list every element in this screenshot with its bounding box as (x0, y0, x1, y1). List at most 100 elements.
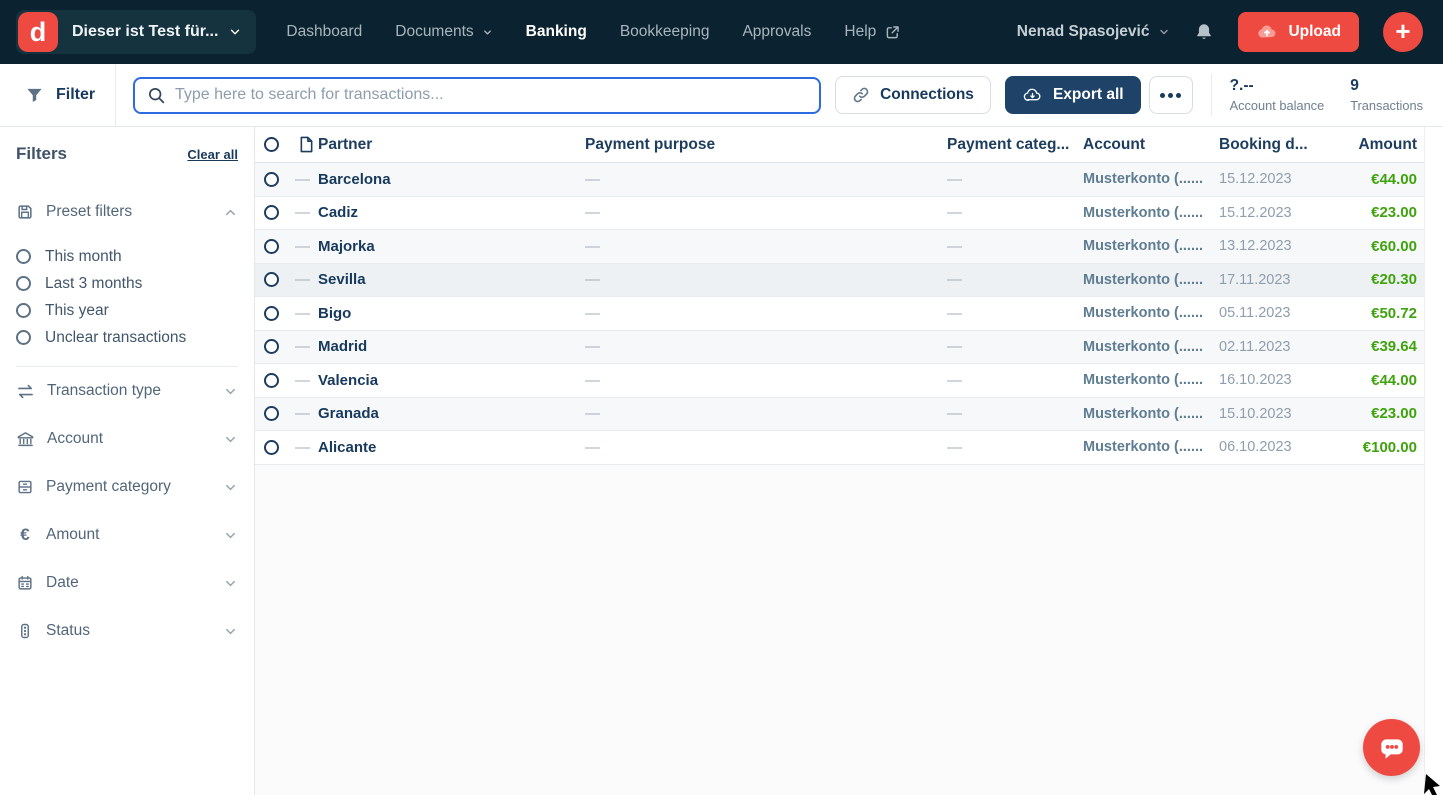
row-amount: €23.00 (1317, 405, 1417, 422)
add-new-button[interactable]: + (1383, 12, 1423, 52)
row-partner[interactable]: Cadiz (318, 204, 585, 221)
column-header-booking-date[interactable]: Booking d... (1219, 136, 1317, 154)
column-header-partner[interactable]: Partner (318, 136, 585, 154)
nav-documents[interactable]: Documents (395, 23, 492, 41)
table-row[interactable]: — Alicante — — Musterkonto (...... 06.10… (255, 431, 1424, 465)
row-partner[interactable]: Sevilla (318, 271, 585, 288)
cloud-upload-icon (1256, 21, 1278, 43)
row-partner[interactable]: Valencia (318, 372, 585, 389)
table-row[interactable]: — Granada — — Musterkonto (...... 15.10.… (255, 398, 1424, 432)
row-select-radio[interactable] (264, 406, 279, 421)
row-partner[interactable]: Bigo (318, 305, 585, 322)
transactions-count-value: 9 (1350, 77, 1423, 95)
transactions-count-label: Transactions (1350, 98, 1423, 113)
nav-banking-label: Banking (526, 23, 587, 41)
preset-filter-option[interactable]: Last 3 months (16, 270, 238, 297)
notifications-bell-icon[interactable] (1194, 22, 1214, 42)
filter-section-amount[interactable]: € Amount (16, 511, 238, 559)
row-select-radio[interactable] (264, 373, 279, 388)
preset-filter-option[interactable]: Unclear transactions (16, 324, 238, 351)
preset-filters-header[interactable]: Preset filters (16, 203, 238, 221)
table-row[interactable]: — Barcelona — — Musterkonto (...... 15.1… (255, 163, 1424, 197)
row-select-radio[interactable] (264, 239, 279, 254)
filter-section-transaction-type[interactable]: Transaction type (16, 367, 238, 415)
euro-icon: € (16, 525, 34, 545)
user-menu[interactable]: Nenad Spasojević (1017, 23, 1171, 41)
table-row[interactable]: — Cadiz — — Musterkonto (...... 15.12.20… (255, 197, 1424, 231)
dot-icon (1176, 93, 1181, 98)
connections-button[interactable]: Connections (835, 76, 991, 114)
nav-approvals[interactable]: Approvals (742, 23, 811, 41)
row-partner[interactable]: Alicante (318, 439, 585, 456)
column-header-amount[interactable]: Amount (1317, 136, 1417, 154)
row-partner[interactable]: Granada (318, 405, 585, 422)
user-name: Nenad Spasojević (1017, 23, 1150, 41)
preset-filter-option[interactable]: This month (16, 243, 238, 270)
column-header-payment-purpose[interactable]: Payment purpose (585, 136, 947, 154)
row-document-status: — (295, 372, 318, 389)
nav-bookkeeping-label: Bookkeeping (620, 23, 710, 41)
export-all-button[interactable]: Export all (1005, 76, 1141, 114)
filter-label: Filter (56, 86, 95, 104)
row-partner[interactable]: Barcelona (318, 171, 585, 188)
radio-button[interactable] (16, 330, 31, 345)
more-options-button[interactable] (1149, 76, 1193, 114)
document-column-icon (295, 136, 318, 153)
filter-section-status[interactable]: Status (16, 607, 238, 655)
row-document-status: — (295, 338, 318, 355)
table-row[interactable]: — Majorka — — Musterkonto (...... 13.12.… (255, 230, 1424, 264)
table-row[interactable]: — Madrid — — Musterkonto (...... 02.11.2… (255, 331, 1424, 365)
column-header-payment-category[interactable]: Payment categ... (947, 136, 1083, 154)
nav-help[interactable]: Help (844, 23, 901, 41)
row-select-radio[interactable] (264, 172, 279, 187)
table-row[interactable]: — Bigo — — Musterkonto (...... 05.11.202… (255, 297, 1424, 331)
filter-section-date[interactable]: Date (16, 559, 238, 607)
row-partner[interactable]: Majorka (318, 238, 585, 255)
row-select-radio[interactable] (264, 272, 279, 287)
select-all-radio[interactable] (264, 137, 279, 152)
transactions-search[interactable] (133, 77, 821, 114)
chevron-down-icon (223, 480, 238, 495)
clear-all-link[interactable]: Clear all (187, 147, 238, 162)
nav-bookkeeping[interactable]: Bookkeeping (620, 23, 710, 41)
radio-button[interactable] (16, 249, 31, 264)
section-label: Account (47, 430, 211, 448)
radio-button[interactable] (16, 303, 31, 318)
row-partner[interactable]: Madrid (318, 338, 585, 355)
upload-button[interactable]: Upload (1238, 12, 1359, 52)
preset-filters-label: Preset filters (46, 203, 211, 221)
row-booking-date: 15.12.2023 (1219, 171, 1317, 187)
search-input[interactable] (175, 86, 807, 104)
row-amount: €20.30 (1317, 271, 1417, 288)
filter-section-account[interactable]: Account (16, 415, 238, 463)
preset-filter-option[interactable]: This year (16, 297, 238, 324)
main-nav: Dashboard Documents Banking Bookkeeping … (286, 23, 901, 41)
radio-button[interactable] (16, 276, 31, 291)
row-select-radio[interactable] (264, 440, 279, 455)
scrollbar-gutter[interactable] (1424, 127, 1443, 795)
account-balance-value: ?.-- (1230, 77, 1325, 95)
chat-bubble-icon (1377, 733, 1407, 763)
row-account: Musterkonto (...... (1083, 372, 1219, 388)
filter-button[interactable]: Filter (0, 64, 116, 126)
column-header-account[interactable]: Account (1083, 136, 1219, 154)
support-chat-button[interactable] (1363, 719, 1420, 776)
table-row[interactable]: — Sevilla — — Musterkonto (...... 17.11.… (255, 264, 1424, 298)
table-row[interactable]: — Valencia — — Musterkonto (...... 16.10… (255, 364, 1424, 398)
company-selector[interactable]: d Dieser ist Test für... (16, 10, 256, 54)
row-payment-category: — (947, 305, 1083, 322)
row-select-radio[interactable] (264, 339, 279, 354)
row-document-status: — (295, 204, 318, 221)
row-account: Musterkonto (...... (1083, 238, 1219, 254)
bank-icon (16, 430, 35, 449)
nav-help-label: Help (844, 23, 876, 41)
row-account: Musterkonto (...... (1083, 272, 1219, 288)
filter-section-payment-category[interactable]: Payment category (16, 463, 238, 511)
nav-dashboard[interactable]: Dashboard (286, 23, 362, 41)
nav-banking[interactable]: Banking (526, 23, 587, 41)
external-link-icon (884, 24, 901, 41)
row-select-radio[interactable] (264, 306, 279, 321)
nav-dashboard-label: Dashboard (286, 23, 362, 41)
row-select-radio[interactable] (264, 205, 279, 220)
filters-title: Filters (16, 144, 67, 164)
